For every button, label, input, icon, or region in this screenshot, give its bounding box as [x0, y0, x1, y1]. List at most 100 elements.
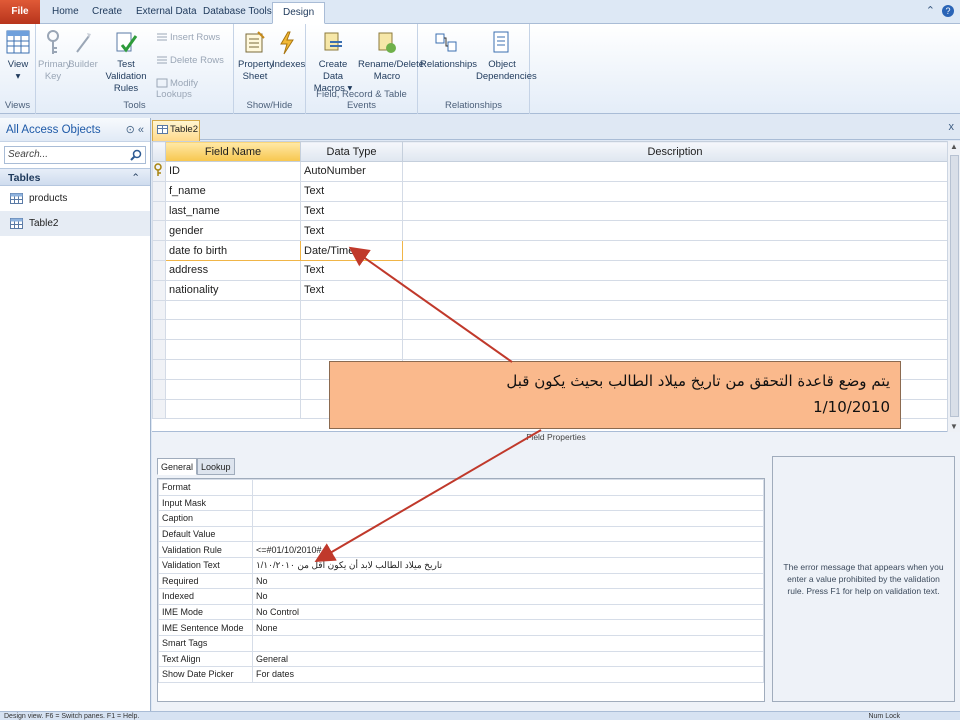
field-name-cell[interactable]: last_name: [165, 200, 301, 222]
field-row[interactable]: nationality Text: [152, 279, 948, 301]
property-row[interactable]: Format: [158, 479, 765, 496]
tab-general[interactable]: General: [157, 458, 198, 475]
field-name-cell[interactable]: nationality: [165, 279, 301, 301]
field-row[interactable]: [152, 339, 948, 360]
scroll-up-icon[interactable]: ▲: [950, 142, 958, 151]
scroll-down-icon[interactable]: ▼: [950, 422, 958, 431]
property-sheet-button[interactable]: Property Sheet: [238, 30, 274, 83]
property-row[interactable]: Default Value: [158, 525, 765, 543]
data-type-cell[interactable]: Date/Time: [300, 240, 403, 261]
relationships-button[interactable]: Relationships: [420, 30, 477, 71]
property-row[interactable]: Smart Tags: [158, 634, 765, 652]
property-row[interactable]: Validation Text تاريخ ميلاد الطالب لابد أ…: [158, 556, 765, 574]
nav-search-input[interactable]: Search...: [4, 146, 146, 164]
row-selector[interactable]: [152, 161, 166, 182]
field-row[interactable]: f_name Text: [152, 180, 948, 202]
description-cell[interactable]: [402, 180, 948, 202]
field-name-cell[interactable]: [165, 358, 301, 380]
collapse-group-icon[interactable]: ⌃: [131, 169, 140, 187]
property-value[interactable]: [251, 525, 765, 543]
rename-delete-macro-button[interactable]: Rename/Delete Macro: [358, 30, 424, 83]
row-selector[interactable]: [152, 279, 166, 301]
property-value[interactable]: General: [251, 650, 765, 668]
data-type-cell[interactable]: AutoNumber: [300, 161, 403, 182]
property-value[interactable]: No: [251, 572, 765, 590]
row-selector[interactable]: [152, 398, 166, 420]
vertical-scrollbar[interactable]: ▲ ▼: [947, 141, 960, 432]
property-value[interactable]: تاريخ ميلاد الطالب لابد أن يكون أقل من ١…: [251, 556, 765, 574]
row-selector[interactable]: [152, 339, 166, 360]
field-row[interactable]: [152, 319, 948, 341]
property-value[interactable]: None: [251, 619, 765, 636]
delete-rows-button[interactable]: Delete Rows: [156, 55, 224, 66]
tab-database-tools[interactable]: Database Tools: [193, 2, 282, 24]
description-cell[interactable]: [402, 161, 948, 182]
data-type-cell[interactable]: [300, 339, 403, 360]
field-row[interactable]: address Text: [152, 259, 948, 281]
property-value[interactable]: [251, 479, 765, 496]
property-row[interactable]: Text Align General: [158, 650, 765, 668]
field-name-cell[interactable]: date fo birth: [165, 240, 301, 261]
shutter-bar-collapse-icon[interactable]: «: [138, 124, 144, 136]
row-selector[interactable]: [152, 220, 166, 242]
field-name-cell[interactable]: [165, 398, 301, 420]
row-selector[interactable]: [152, 378, 166, 400]
data-type-cell[interactable]: Text: [300, 259, 403, 281]
nav-header[interactable]: All Access Objects ⊙ «: [0, 118, 150, 142]
object-dependencies-button[interactable]: Object Dependencies: [476, 30, 537, 83]
nav-item-products[interactable]: products: [0, 186, 150, 211]
view-button[interactable]: View ▾: [4, 30, 32, 83]
property-value[interactable]: <=#01/10/2010#: [251, 541, 765, 558]
property-row[interactable]: Input Mask: [158, 494, 765, 512]
property-row[interactable]: Show Date Picker For dates: [158, 666, 765, 683]
scroll-thumb[interactable]: [950, 155, 959, 417]
field-row[interactable]: date fo birth Date/Time: [152, 240, 948, 261]
row-selector[interactable]: [152, 319, 166, 341]
tab-file[interactable]: File: [0, 0, 40, 24]
builder-button[interactable]: Builder: [68, 30, 98, 71]
field-name-cell[interactable]: address: [165, 259, 301, 281]
data-type-cell[interactable]: Text: [300, 279, 403, 301]
row-selector[interactable]: [152, 240, 166, 261]
description-cell[interactable]: [402, 299, 948, 321]
data-type-cell[interactable]: Text: [300, 220, 403, 242]
row-selector[interactable]: [152, 299, 166, 321]
property-row[interactable]: Caption: [158, 510, 765, 527]
insert-rows-button[interactable]: Insert Rows: [156, 32, 220, 43]
data-type-cell[interactable]: [300, 299, 403, 321]
field-name-cell[interactable]: [165, 378, 301, 400]
data-type-cell[interactable]: Text: [300, 180, 403, 202]
search-icon[interactable]: [130, 149, 142, 161]
document-tab-table2[interactable]: Table2: [152, 120, 200, 141]
description-cell[interactable]: [402, 200, 948, 222]
property-row[interactable]: Required No: [158, 572, 765, 590]
data-type-cell[interactable]: Text: [300, 200, 403, 222]
property-value[interactable]: No: [251, 588, 765, 605]
property-row[interactable]: Validation Rule <=#01/10/2010#: [158, 541, 765, 558]
tab-design[interactable]: Design: [272, 2, 326, 24]
row-selector[interactable]: [152, 259, 166, 281]
help-icon[interactable]: ?: [942, 5, 954, 17]
nav-menu-icon[interactable]: ⊙: [126, 124, 135, 136]
field-row[interactable]: [152, 299, 948, 321]
description-cell[interactable]: [402, 319, 948, 341]
field-name-cell[interactable]: gender: [165, 220, 301, 242]
create-data-macros-button[interactable]: Create Data Macros ▾: [308, 30, 358, 95]
description-cell[interactable]: [402, 259, 948, 281]
property-row[interactable]: IME Sentence Mode None: [158, 619, 765, 636]
minimize-ribbon-icon[interactable]: ⌃: [926, 5, 935, 17]
field-name-cell[interactable]: f_name: [165, 180, 301, 202]
description-cell[interactable]: [402, 279, 948, 301]
indexes-button[interactable]: Indexes: [272, 30, 305, 71]
primary-key-button[interactable]: Primary Key: [38, 30, 71, 83]
property-value[interactable]: [251, 510, 765, 527]
data-type-cell[interactable]: [300, 319, 403, 341]
field-name-cell[interactable]: [165, 299, 301, 321]
description-cell[interactable]: [402, 339, 948, 360]
field-name-cell[interactable]: [165, 339, 301, 360]
property-row[interactable]: IME Mode No Control: [158, 603, 765, 621]
description-cell[interactable]: [402, 240, 948, 261]
modify-lookups-button[interactable]: Modify Lookups: [156, 78, 233, 100]
close-document-icon[interactable]: x: [949, 121, 955, 133]
nav-item-table2[interactable]: Table2: [0, 211, 150, 236]
